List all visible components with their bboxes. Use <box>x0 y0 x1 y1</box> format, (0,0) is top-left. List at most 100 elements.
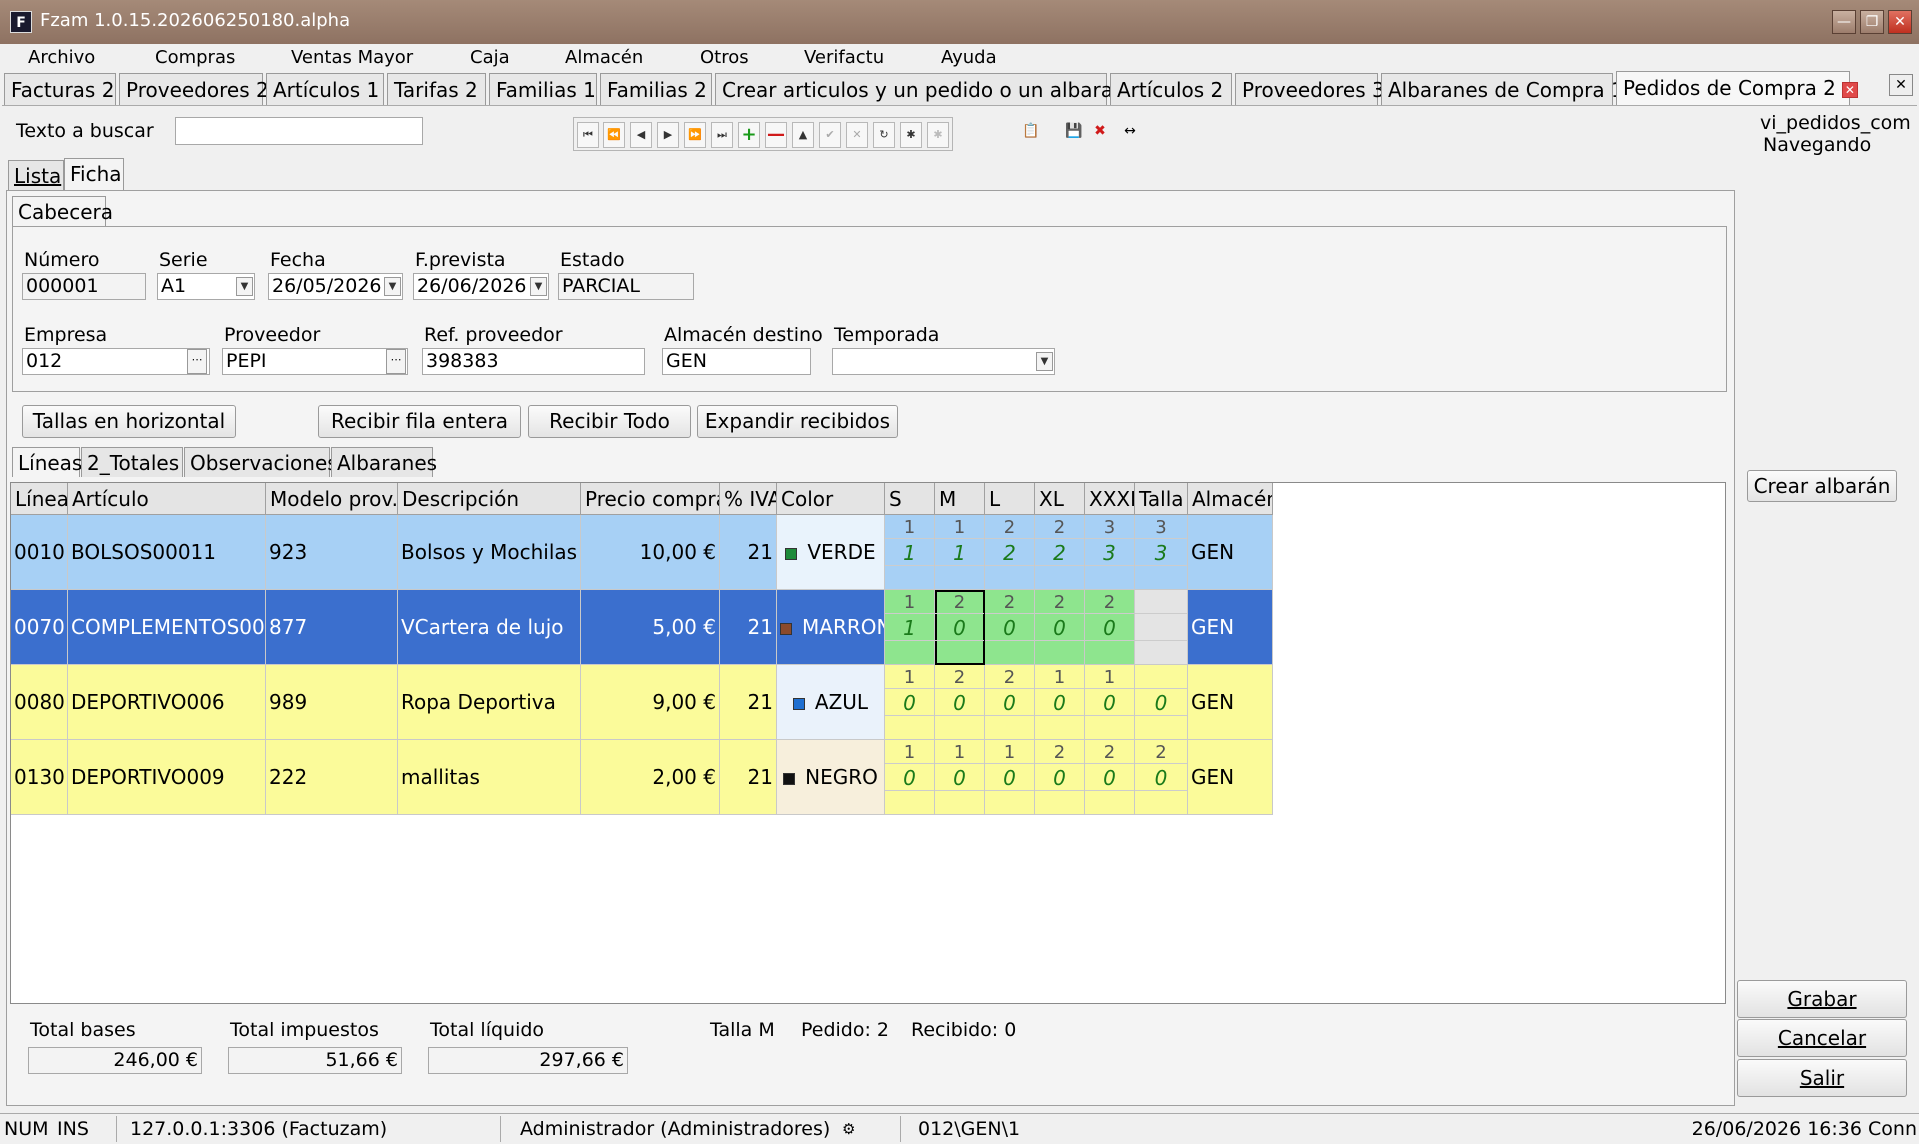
size-cell[interactable]: 10 <box>935 740 985 815</box>
cell-almacen[interactable]: GEN <box>1188 740 1273 815</box>
cell-linea[interactable]: 0130 <box>11 740 68 815</box>
estado-field[interactable]: PARCIAL <box>558 273 694 300</box>
tab-albaranes[interactable]: Albaranes <box>331 447 437 477</box>
col-iva-header[interactable]: % IVA <box>720 483 777 515</box>
size-cell[interactable]: 20 <box>985 665 1035 740</box>
size-cell[interactable]: 10 <box>1085 665 1135 740</box>
prev-page-icon[interactable]: ⏪ <box>603 122 625 148</box>
size-received-qty[interactable]: 0 <box>985 690 1034 716</box>
col-size-m-header[interactable]: M <box>935 483 985 515</box>
size-cell[interactable]: 33 <box>1135 515 1188 590</box>
col-descripcion-header[interactable]: Descripción <box>398 483 581 515</box>
menu-archivo[interactable]: Archivo <box>28 47 95 68</box>
cell-precio[interactable]: 5,00 € <box>581 590 720 665</box>
size-cell[interactable]: 0 <box>1135 665 1188 740</box>
cancelar-button[interactable]: Cancelar <box>1737 1019 1907 1057</box>
cell-articulo[interactable]: DEPORTIVO006 <box>68 665 266 740</box>
tab-facturas-2[interactable]: Facturas 2 <box>4 73 116 105</box>
close-icon[interactable]: ✕ <box>1888 10 1912 34</box>
recibir-todo-button[interactable]: Recibir Todo <box>528 405 691 438</box>
cell-modelo[interactable]: 877 <box>266 590 398 665</box>
size-cell[interactable]: 22 <box>985 515 1035 590</box>
col-modelo-header[interactable]: Modelo prov. <box>266 483 398 515</box>
size-received-qty[interactable]: 0 <box>1135 690 1187 716</box>
col-almacen-header[interactable]: Almacén <box>1188 483 1273 515</box>
tab-lista[interactable]: Lista <box>8 160 64 190</box>
cell-descripcion[interactable]: Bolsos y Mochilas <box>398 515 581 590</box>
cell-almacen[interactable]: GEN <box>1188 665 1273 740</box>
fecha-field[interactable]: 26/05/2026 ▼ <box>268 273 403 300</box>
cell-iva[interactable]: 21 <box>720 665 777 740</box>
cancel-icon[interactable]: ✕ <box>846 122 868 148</box>
size-cell[interactable]: 10 <box>1035 665 1085 740</box>
size-received-qty[interactable]: 0 <box>1035 690 1084 716</box>
cell-precio[interactable]: 2,00 € <box>581 740 720 815</box>
cell-modelo[interactable]: 989 <box>266 665 398 740</box>
copy-icon[interactable]: 📋 <box>1021 120 1041 142</box>
col-linea-header[interactable]: Línea <box>11 483 68 515</box>
tab-tarifas-2[interactable]: Tarifas 2 <box>387 73 486 105</box>
menu-almacen[interactable]: Almacén <box>565 47 643 68</box>
size-received-qty[interactable]: 0 <box>1085 765 1134 791</box>
size-received-qty[interactable]: 0 <box>885 765 934 791</box>
tab-crear-articulos[interactable]: Crear articulos y un pedido o un albaran <box>715 73 1126 105</box>
size-cell[interactable]: 10 <box>885 740 935 815</box>
chevron-down-icon[interactable]: ▼ <box>1036 352 1053 371</box>
close-tab-icon[interactable]: ✕ <box>1841 81 1858 98</box>
size-cell[interactable]: 11 <box>885 590 935 665</box>
restore-icon[interactable]: ❐ <box>1860 10 1884 34</box>
cell-modelo[interactable]: 222 <box>266 740 398 815</box>
cell-articulo[interactable]: COMPLEMENTOS003 <box>68 590 266 665</box>
delete-layout-icon[interactable]: ✖ <box>1090 120 1110 142</box>
recibir-fila-button[interactable]: Recibir fila entera <box>318 405 521 438</box>
first-record-icon[interactable]: ⏮ <box>577 122 599 148</box>
prev-record-icon[interactable]: ◀ <box>630 122 652 148</box>
cell-color[interactable]: VERDE <box>777 515 885 590</box>
tab-pedidos-compra-2[interactable]: Pedidos de Compra 2 ✕ <box>1616 71 1858 105</box>
salir-button[interactable]: Salir <box>1737 1059 1907 1097</box>
grabar-button[interactable]: Grabar <box>1737 980 1907 1018</box>
col-articulo-header[interactable]: Artículo <box>68 483 266 515</box>
cancel-update-icon[interactable]: ✱ <box>927 122 949 148</box>
size-received-qty[interactable]: 0 <box>985 765 1034 791</box>
tab-familias-2[interactable]: Familias 2 <box>600 73 712 105</box>
tab-totales[interactable]: 2_Totales <box>81 447 183 477</box>
size-cell[interactable]: 20 <box>1085 590 1135 665</box>
size-received-qty[interactable]: 0 <box>935 615 984 641</box>
size-received-qty[interactable]: 2 <box>1035 540 1084 566</box>
refprov-field[interactable]: 398383 <box>422 348 645 375</box>
size-cell[interactable]: 10 <box>885 665 935 740</box>
menu-ventas-mayor[interactable]: Ventas Mayor <box>291 47 413 68</box>
cell-descripcion[interactable]: mallitas <box>398 740 581 815</box>
cell-precio[interactable]: 9,00 € <box>581 665 720 740</box>
chevron-down-icon[interactable]: ▼ <box>236 277 253 296</box>
fprevista-field[interactable]: 26/06/2026 ▼ <box>413 273 549 300</box>
size-cell[interactable]: 20 <box>935 590 985 665</box>
size-received-qty[interactable]: 0 <box>1135 765 1187 791</box>
size-cell[interactable]: 20 <box>1135 740 1188 815</box>
proveedor-field[interactable]: PEPI <box>222 348 408 375</box>
size-received-qty[interactable]: 0 <box>1085 615 1134 641</box>
add-icon[interactable]: + <box>738 122 760 148</box>
size-cell[interactable]: 11 <box>885 515 935 590</box>
search-input[interactable] <box>175 117 423 145</box>
proveedor-lookup-icon[interactable]: ⋯ <box>386 349 406 374</box>
size-received-qty[interactable]: 0 <box>1085 690 1134 716</box>
menu-caja[interactable]: Caja <box>470 47 510 68</box>
size-received-qty[interactable]: 0 <box>885 690 934 716</box>
refresh-icon[interactable]: ↻ <box>873 122 895 148</box>
expandir-recibidos-button[interactable]: Expandir recibidos <box>697 405 898 438</box>
edit-icon[interactable]: ▲ <box>792 122 814 148</box>
cell-iva[interactable]: 21 <box>720 590 777 665</box>
size-received-qty[interactable]: 3 <box>1085 540 1134 566</box>
delete-icon[interactable]: — <box>765 122 787 148</box>
tab-observaciones[interactable]: Observaciones <box>184 447 338 477</box>
col-size-xxxl-header[interactable]: XXXL <box>1085 483 1135 515</box>
cell-almacen[interactable]: GEN <box>1188 590 1273 665</box>
size-cell[interactable]: 20 <box>1035 590 1085 665</box>
size-cell[interactable]: 33 <box>1085 515 1135 590</box>
size-received-qty[interactable]: 0 <box>985 615 1034 641</box>
tab-articulos-1[interactable]: Artículos 1 <box>266 73 384 105</box>
crear-albaran-button[interactable]: Crear albarán <box>1747 470 1897 502</box>
size-received-qty[interactable]: 1 <box>885 615 934 641</box>
